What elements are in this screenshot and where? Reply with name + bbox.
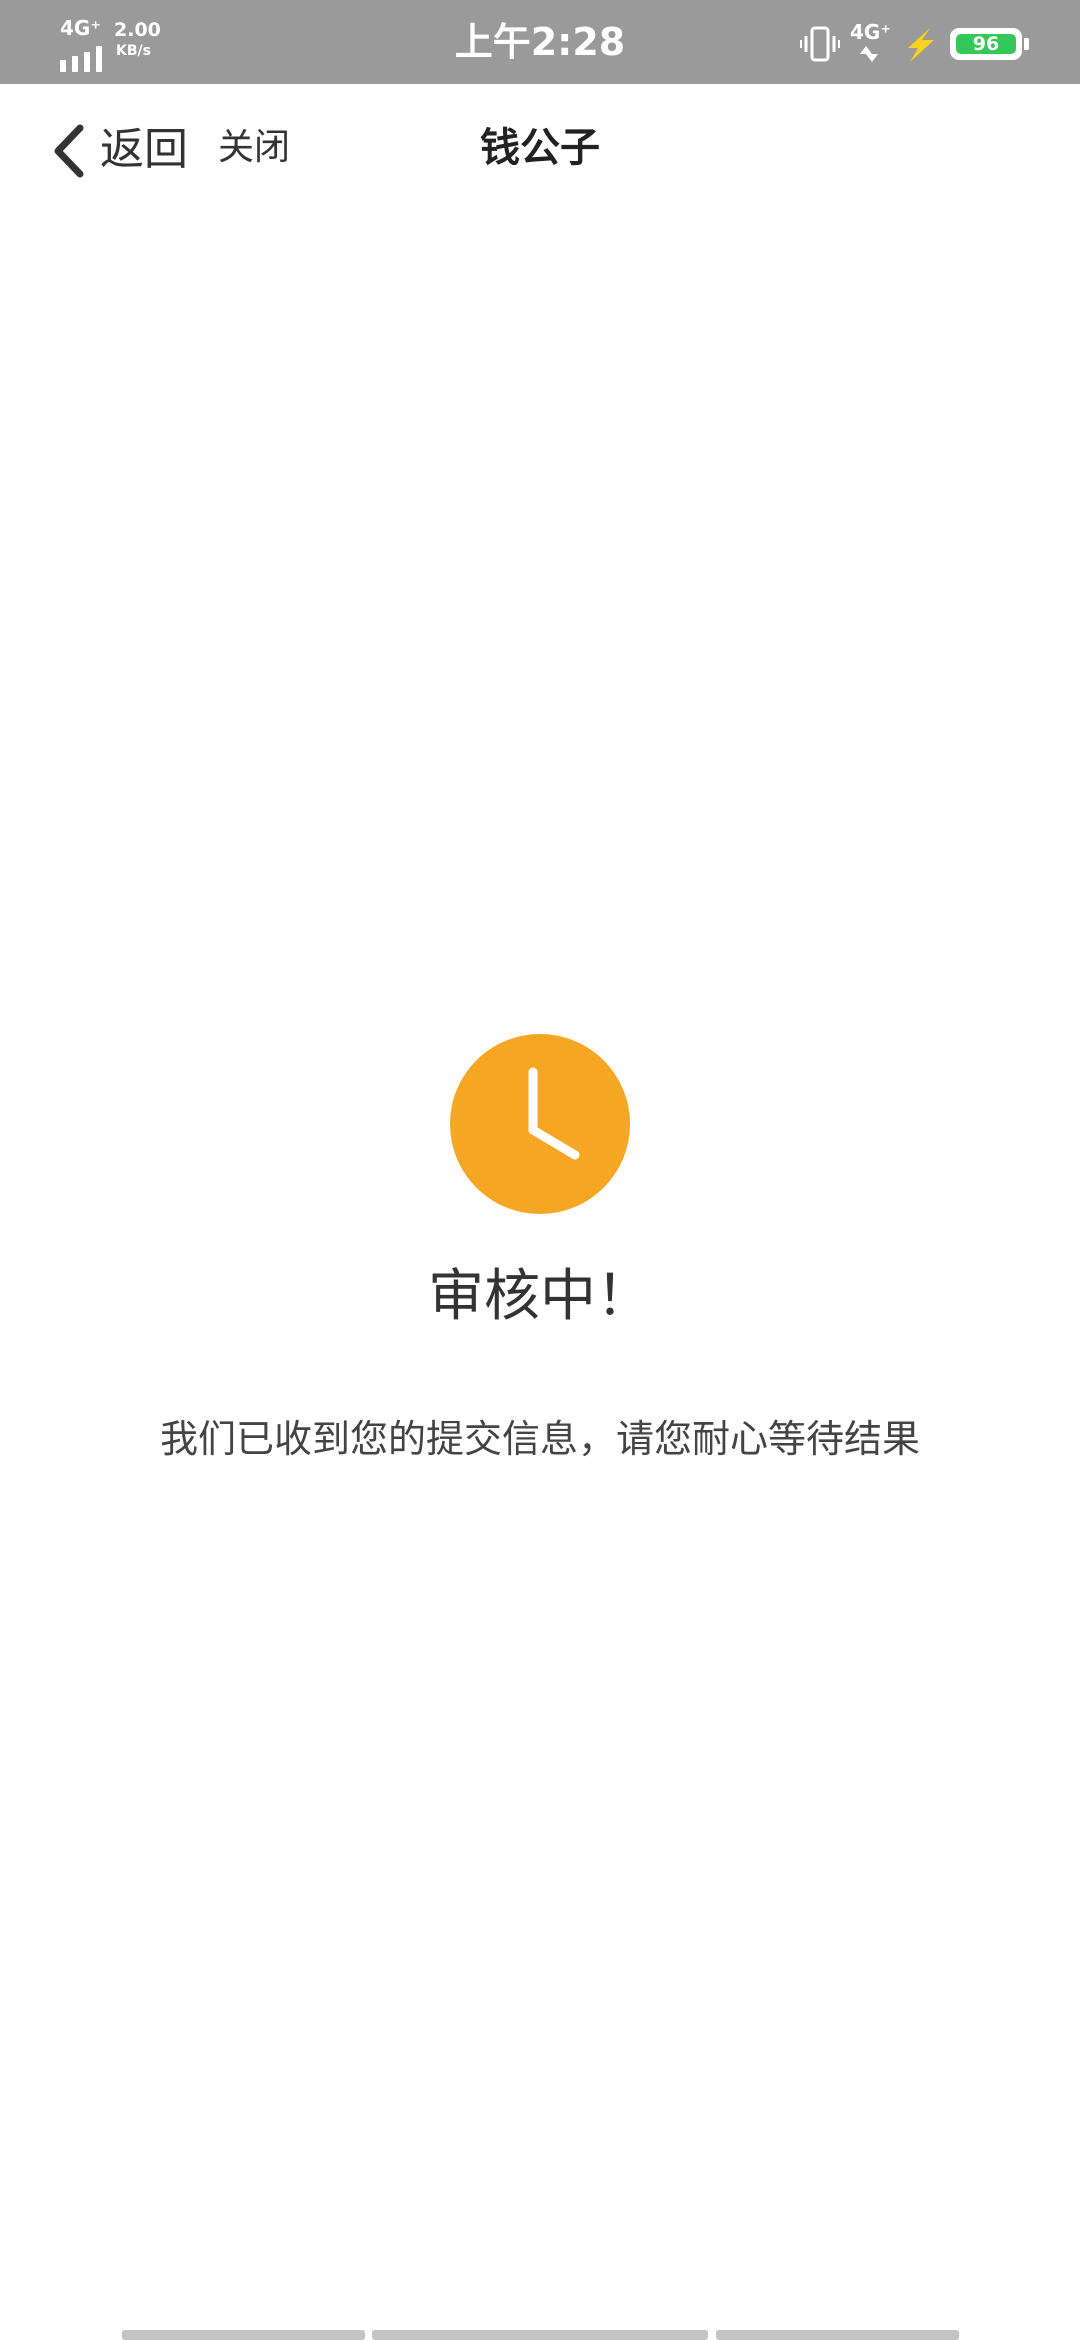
page-title: 钱公子 [480, 125, 600, 171]
battery-icon: 96 [950, 28, 1022, 60]
status-title: 审核中！ [428, 1264, 652, 1329]
screen: 4G⁺ 2.00 KB/s 上午2:28 4G⁺ 96 返回 关闭 钱公子 审核… [0, 0, 1080, 2340]
status-right: 4G⁺ 96 [800, 22, 1040, 66]
clock-icon [450, 1034, 630, 1214]
lightning-icon [908, 28, 934, 62]
nav-bar: 返回 关闭 钱公子 [0, 84, 1080, 220]
battery-cap [1024, 38, 1029, 50]
data-arrows-icon [860, 46, 878, 62]
gesture-segment[interactable] [122, 2330, 365, 2340]
vibrate-icon [800, 26, 840, 62]
gesture-segment[interactable] [372, 2330, 708, 2340]
gesture-segment[interactable] [716, 2330, 959, 2340]
battery-level: 96 [956, 34, 1016, 54]
status-message: 我们已收到您的提交信息，请您耐心等待结果 [159, 1417, 920, 1461]
status-bar: 4G⁺ 2.00 KB/s 上午2:28 4G⁺ 96 [0, 0, 1080, 84]
bottom-gesture-bar [0, 2330, 1080, 2340]
network-type-right: 4G⁺ [850, 20, 891, 44]
